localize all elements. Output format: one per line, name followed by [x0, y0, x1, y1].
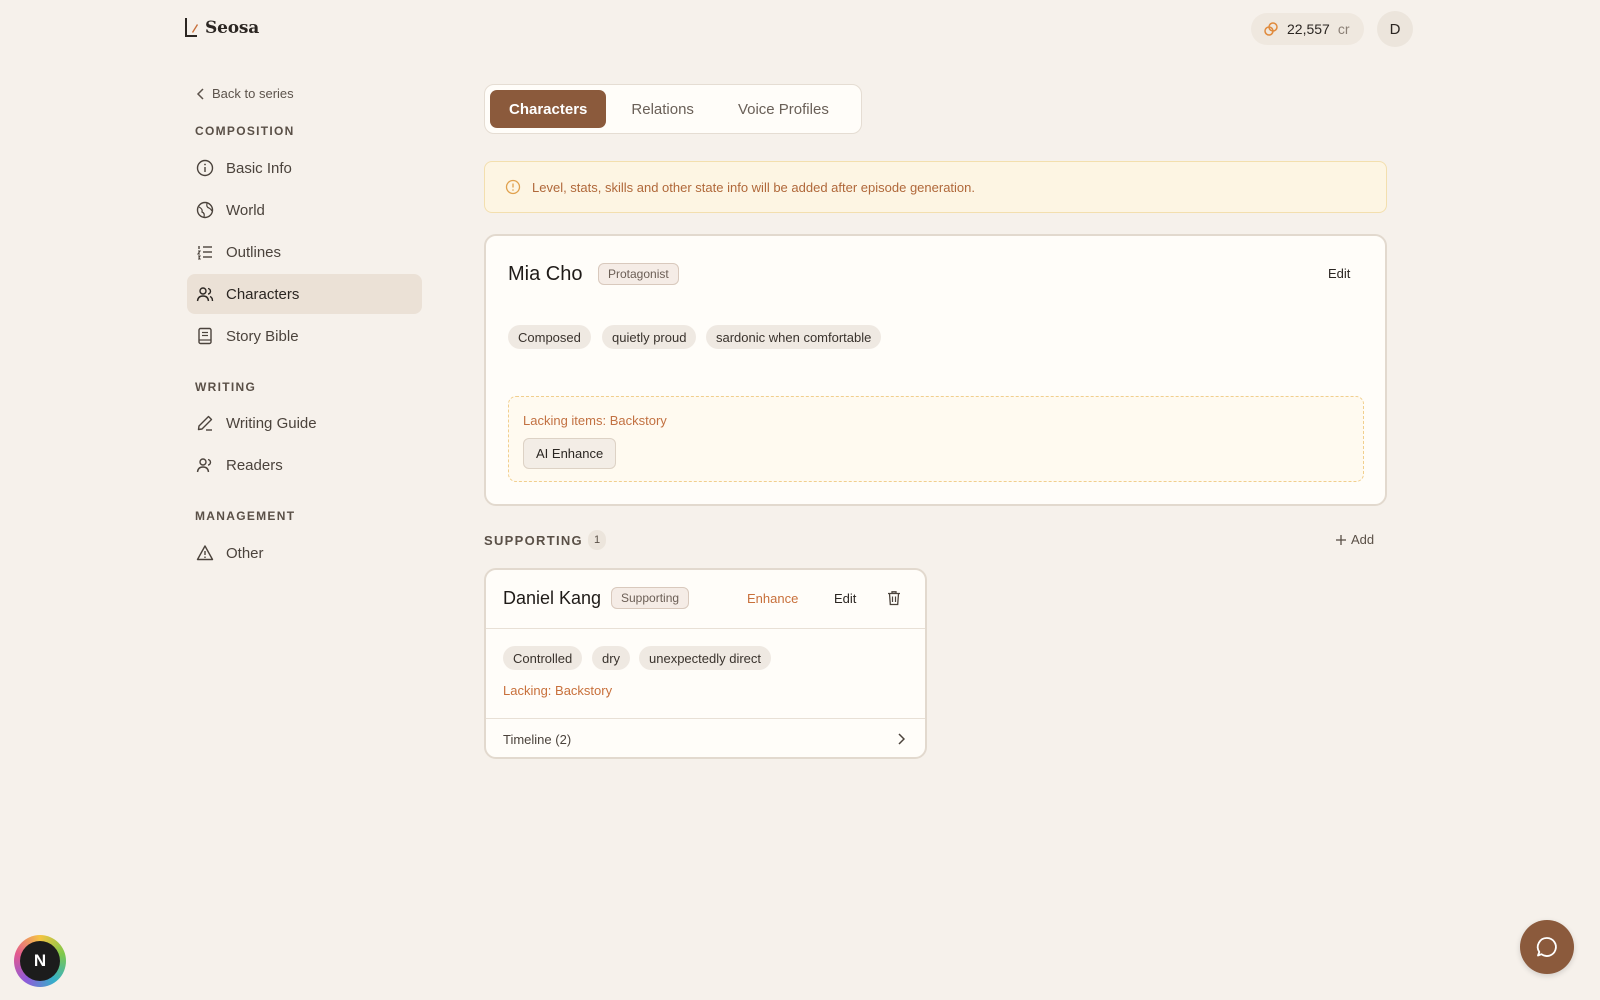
sidebar-item-characters[interactable]: Characters [187, 274, 422, 314]
section-label-management: MANAGEMENT [195, 509, 296, 523]
chat-button[interactable] [1520, 920, 1574, 974]
sidebar-item-basic-info[interactable]: Basic Info [187, 148, 422, 188]
trait-tag: dry [592, 646, 631, 670]
timeline-row[interactable]: Timeline (2) [486, 718, 925, 757]
sidebar-item-label: Outlines [226, 243, 282, 261]
users-icon [196, 287, 214, 302]
logo-mark-icon [185, 18, 198, 37]
chevron-right-icon [898, 733, 905, 745]
credits-badge[interactable]: 22,557 cr [1251, 13, 1364, 45]
credits-unit: cr [1337, 21, 1350, 37]
character-name: Mia Cho [508, 263, 583, 285]
sidebar-item-other[interactable]: Other [187, 533, 422, 573]
sidebar-item-label: Readers [226, 456, 283, 474]
sidebar-item-label: Basic Info [226, 159, 292, 177]
back-to-series-label: Back to series [212, 86, 294, 101]
sidebar-item-label: Other [226, 544, 264, 562]
supporting-section-label: SUPPORTING [484, 533, 583, 548]
warning-icon [196, 545, 214, 561]
lacking-items-text: Lacking: Backstory [503, 683, 613, 698]
character-tabs: Characters Relations Voice Profiles [484, 84, 862, 134]
enhance-button[interactable]: Enhance [747, 591, 798, 606]
credits-amount: 22,557 [1287, 21, 1330, 37]
brand-logo[interactable]: Seosa [183, 16, 259, 40]
sidebar-item-label: Writing Guide [226, 414, 317, 432]
sidebar-item-writing-guide[interactable]: Writing Guide [187, 403, 422, 443]
back-to-series-link[interactable]: Back to series [196, 86, 294, 101]
brand-name: Seosa [205, 18, 260, 38]
notice-text: Level, stats, skills and other state inf… [532, 179, 975, 195]
chevron-left-icon [196, 87, 204, 100]
alert-circle-icon [505, 179, 521, 195]
role-badge: Protagonist [598, 263, 679, 285]
add-label: Add [1351, 532, 1375, 547]
trait-tag: unexpectedly direct [639, 646, 772, 670]
ai-enhance-button[interactable]: AI Enhance [523, 438, 617, 469]
sidebar-item-story-bible[interactable]: Story Bible [187, 316, 422, 356]
edit-button[interactable]: Edit [1328, 266, 1350, 281]
credits-icon [1264, 22, 1278, 36]
book-icon [198, 327, 212, 345]
timeline-label: Timeline (2) [503, 731, 572, 747]
protagonist-card: Mia Cho Protagonist Edit Composed quietl… [484, 234, 1387, 506]
trait-tag: quietly proud [602, 325, 697, 349]
edit-button[interactable]: Edit [834, 591, 856, 606]
supporting-character-card: Daniel Kang Supporting Enhance Edit Cont… [484, 568, 927, 759]
trait-tag: Controlled [503, 646, 583, 670]
sidebar-item-world[interactable]: World [187, 190, 422, 230]
trait-tag: Composed [508, 325, 591, 349]
trash-icon[interactable] [886, 590, 902, 606]
sidebar-item-label: World [226, 201, 265, 219]
pen-icon [197, 415, 213, 431]
chat-bubble-icon [1536, 937, 1557, 957]
sidebar-item-outlines[interactable]: Outlines [187, 232, 422, 272]
trait-tag: sardonic when comfortable [706, 325, 882, 349]
n-badge-letter: N [20, 941, 60, 981]
supporting-count-badge: 1 [588, 530, 606, 550]
user-avatar[interactable]: D [1377, 11, 1413, 47]
info-icon [196, 159, 214, 177]
role-badge: Supporting [611, 587, 690, 609]
list-icon [196, 246, 212, 260]
section-label-writing: WRITING [195, 380, 257, 394]
tab-voice-profiles[interactable]: Voice Profiles [719, 90, 848, 128]
character-name: Daniel Kang [503, 588, 602, 608]
lacking-items-box: Lacking items: Backstory AI Enhance [508, 396, 1364, 482]
section-label-composition: COMPOSITION [195, 124, 295, 138]
add-character-button[interactable]: Add [1335, 532, 1374, 547]
n-app-badge[interactable]: N [14, 935, 66, 987]
sidebar-item-label: Story Bible [226, 327, 299, 345]
tab-characters[interactable]: Characters [490, 90, 607, 128]
info-notice: Level, stats, skills and other state inf… [484, 161, 1387, 213]
globe-icon [196, 201, 214, 219]
sidebar-item-label: Characters [226, 285, 300, 303]
readers-icon [196, 458, 212, 473]
tab-relations[interactable]: Relations [612, 90, 713, 128]
plus-icon [1336, 534, 1346, 545]
lacking-items-text: Lacking items: Backstory [523, 413, 667, 428]
card-header: Daniel Kang Supporting Enhance Edit [486, 570, 925, 629]
sidebar-item-readers[interactable]: Readers [187, 445, 422, 485]
